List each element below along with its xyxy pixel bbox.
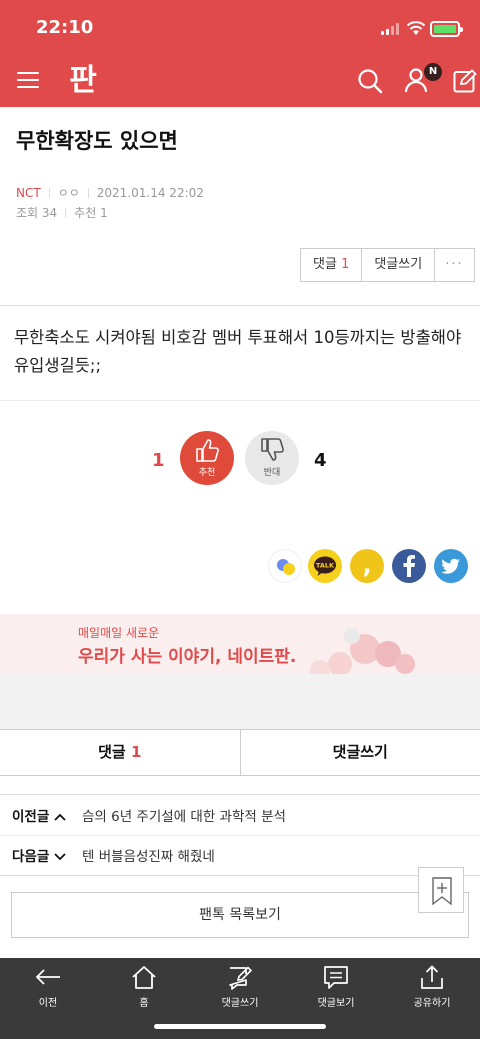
article-stats: 조회 34 추천 1 [16, 204, 108, 221]
write-comment-icon [229, 966, 253, 990]
comments-icon [324, 966, 348, 989]
meta-divider [65, 207, 67, 218]
meta-divider [48, 187, 50, 198]
view-comments-label: 댓글보기 [317, 998, 355, 1009]
write-comment-label: 댓글쓰기 [221, 998, 259, 1009]
cellular-signal-icon [381, 23, 401, 35]
article-meta: NCT ㅇㅇ 2021.01.14 22:02 [16, 184, 204, 201]
previous-post-title: 슴의 6년 주기설에 대한 과학적 분석 [82, 809, 286, 825]
fantalk-list-button[interactable]: 팬톡 목록보기 [11, 892, 469, 938]
bookmark-add-icon [432, 877, 452, 906]
share-twitter-button[interactable] [434, 549, 468, 583]
next-post-label: 다음글 [0, 845, 70, 865]
article-date: 2021.01.14 22:02 [96, 185, 204, 200]
recommend-button[interactable]: 추천 [180, 431, 234, 485]
view-comments-button[interactable]: 댓글보기 [288, 964, 384, 1009]
meta-divider [87, 187, 89, 198]
home-icon [132, 966, 156, 989]
oppose-button[interactable]: 반대 [245, 431, 299, 485]
status-time: 22:10 [36, 17, 94, 38]
divider [0, 400, 480, 401]
comment-tabs: 댓글 1 댓글쓰기 [0, 729, 480, 776]
article-title: 무한확장도 있으면 [16, 129, 178, 153]
chevron-down-icon [54, 853, 66, 861]
oppose-label: 반대 [263, 468, 281, 478]
write-post-icon[interactable] [453, 69, 477, 93]
back-button[interactable]: 이전 [0, 964, 96, 1009]
share-kakaotalk-chat-button[interactable] [268, 549, 302, 583]
chat-bubbles-icon [277, 559, 295, 575]
chevron-up-icon [54, 813, 66, 821]
oppose-count: 4 [314, 450, 327, 471]
kakaostory-icon: , [362, 551, 371, 579]
divider [0, 305, 480, 306]
article-author[interactable]: NCT [16, 186, 41, 200]
svg-text:판: 판 [69, 63, 97, 96]
next-post-link[interactable]: 다음글 텐 버블음성진짜 해줬네 [0, 835, 480, 875]
home-button[interactable]: 홈 [96, 964, 192, 1009]
share-button[interactable]: 공유하기 [384, 964, 480, 1009]
pann-logo[interactable]: 판 [66, 62, 100, 96]
article-author-id: ㅇㅇ [57, 186, 80, 200]
notification-badge[interactable]: N [424, 63, 442, 81]
top-bar: 22:10 판 N [0, 0, 480, 107]
share-kakaotalk-button[interactable]: TALK [308, 549, 342, 583]
thumbs-up-icon [196, 439, 219, 462]
svg-text:,: , [362, 551, 371, 579]
banner-subtitle: 매일매일 새로운 [78, 626, 160, 640]
twitter-icon [441, 558, 460, 574]
share-kakaostory-button[interactable]: , [350, 549, 384, 583]
recommend-count: 1 [152, 450, 165, 471]
previous-post-link[interactable]: 이전글 슴의 6년 주기설에 대한 과학적 분석 [0, 795, 480, 835]
back-label: 이전 [38, 998, 58, 1009]
share-label: 공유하기 [413, 998, 451, 1009]
home-indicator [154, 1024, 326, 1029]
menu-icon[interactable] [17, 70, 41, 90]
article-views: 조회 34 [16, 206, 58, 220]
write-comment-button[interactable]: 댓글쓰기 [362, 249, 436, 281]
nate-pann-banner[interactable]: 매일매일 새로운 우리가 사는 이야기, 네이트판. [0, 614, 480, 674]
banner-pearls-illustration [310, 628, 415, 674]
next-post-title: 텐 버블음성진짜 해줬네 [82, 849, 215, 865]
more-button[interactable]: ··· [435, 249, 473, 281]
ad-area [0, 674, 480, 729]
share-icon [421, 965, 443, 989]
wifi-icon [406, 21, 426, 35]
battery-icon [430, 21, 463, 37]
banner-title: 우리가 사는 이야기, 네이트판. [78, 647, 297, 667]
divider [0, 875, 480, 876]
tab-comments[interactable]: 댓글 1 [0, 730, 240, 775]
arrow-left-icon [35, 969, 60, 985]
thumbs-down-icon [261, 438, 284, 461]
bookmark-button[interactable] [418, 867, 464, 913]
svg-text:TALK: TALK [316, 562, 335, 570]
comments-button[interactable]: 댓글 1 [301, 249, 363, 281]
share-facebook-button[interactable] [392, 549, 426, 583]
search-icon[interactable] [357, 68, 383, 94]
recommend-label: 추천 [198, 468, 216, 478]
facebook-icon [403, 555, 415, 577]
tab-write-comment[interactable]: 댓글쓰기 [239, 730, 480, 775]
home-label: 홈 [139, 998, 149, 1009]
write-comment-toolbar-button[interactable]: 댓글쓰기 [192, 964, 288, 1009]
article-action-buttons: 댓글 1 댓글쓰기 ··· [300, 248, 475, 282]
article-body: 무한축소도 시켜야됨 비호감 멤버 투표해서 10등까지는 방출해야 유입생길듯… [14, 328, 462, 375]
article-recommends: 추천 1 [74, 206, 108, 220]
kakaotalk-icon: TALK [314, 556, 336, 576]
previous-post-label: 이전글 [0, 805, 70, 825]
